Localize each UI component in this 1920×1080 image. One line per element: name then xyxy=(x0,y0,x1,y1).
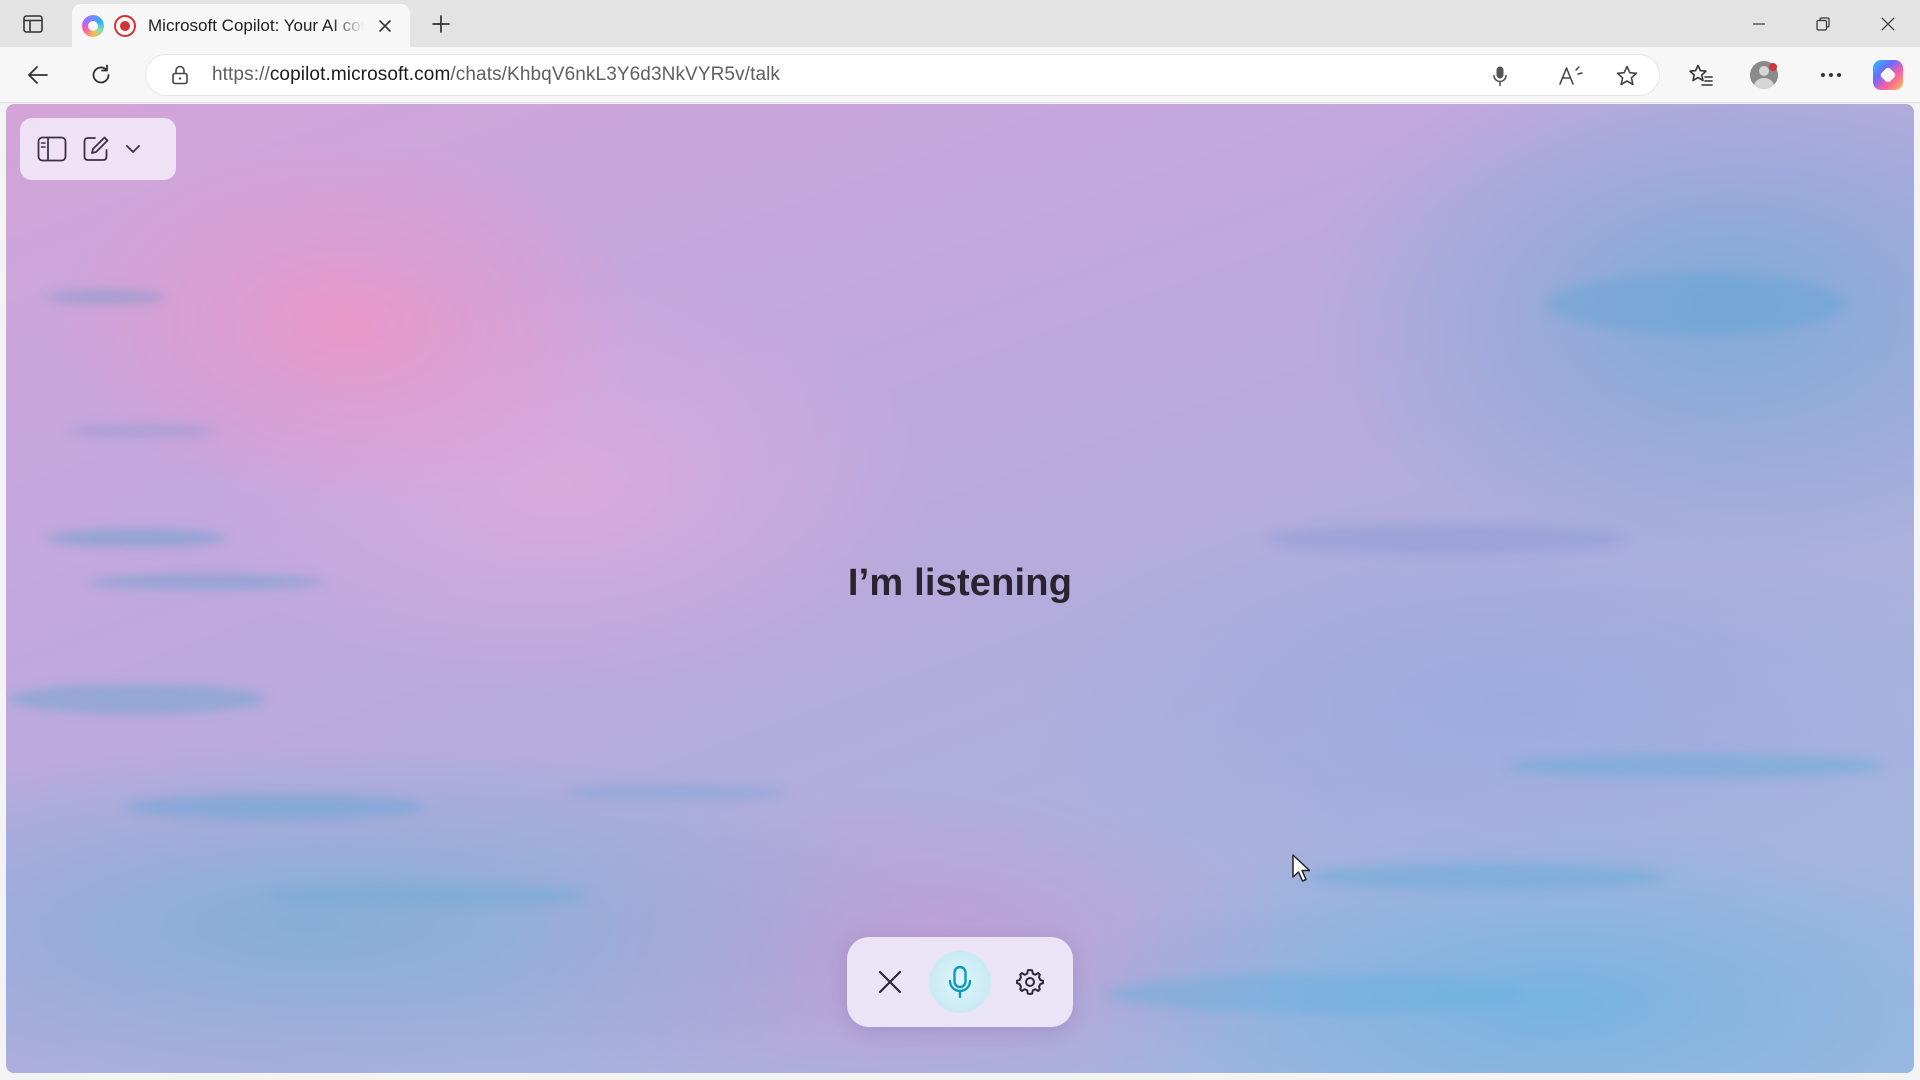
restore-icon xyxy=(1816,16,1830,31)
back-arrow-icon xyxy=(28,66,48,84)
new-tab-button[interactable] xyxy=(424,8,458,40)
voice-controls xyxy=(847,937,1073,1027)
toggle-sidebar-button[interactable] xyxy=(30,127,74,171)
more-icon xyxy=(1821,73,1841,77)
background-streak xyxy=(126,794,426,820)
sidebar-icon xyxy=(37,136,67,162)
tab-title: Microsoft Copilot: Your AI companion xyxy=(148,15,364,35)
browser-tabstrip: Microsoft Copilot: Your AI companion xyxy=(0,0,1920,47)
recording-icon xyxy=(114,14,136,37)
notification-dot xyxy=(1769,63,1777,71)
copilot-voice-page: I’m listening xyxy=(6,104,1914,1073)
background-streak xyxy=(1266,524,1626,554)
listening-status: I’m listening xyxy=(847,562,1073,604)
copilot-icon xyxy=(1873,60,1903,90)
close-icon xyxy=(1881,17,1895,30)
restore-button[interactable] xyxy=(1791,0,1855,47)
background-streak xyxy=(6,684,266,714)
close-icon xyxy=(379,19,391,32)
lock-icon xyxy=(172,65,188,85)
chevron-down-icon xyxy=(126,145,140,153)
new-chat-button[interactable] xyxy=(74,127,118,171)
background-streak xyxy=(1306,864,1666,890)
sidebar-controls xyxy=(20,118,176,180)
background-streak xyxy=(66,424,216,438)
url-text[interactable]: https://copilot.microsoft.com/chats/Khbq… xyxy=(212,64,780,86)
background-streak xyxy=(46,529,226,547)
background-streak xyxy=(1106,974,1526,1014)
refresh-button[interactable] xyxy=(82,57,120,93)
favorites-icon xyxy=(1689,64,1713,86)
compose-icon xyxy=(83,136,109,161)
browser-toolbar: https://copilot.microsoft.com/chats/Khbq… xyxy=(0,47,1920,103)
chat-menu-button[interactable] xyxy=(118,127,148,171)
more-button[interactable] xyxy=(1812,57,1850,93)
favorite-button[interactable] xyxy=(1609,58,1645,94)
read-aloud-icon xyxy=(1559,66,1583,85)
back-button[interactable] xyxy=(19,57,57,93)
copilot-favicon-icon xyxy=(82,14,104,37)
site-info-button[interactable] xyxy=(160,55,200,95)
active-tab[interactable]: Microsoft Copilot: Your AI companion xyxy=(72,4,410,47)
close-window-button[interactable] xyxy=(1856,0,1920,47)
minimize-button[interactable] xyxy=(1727,0,1791,47)
close-tab-button[interactable] xyxy=(372,13,398,39)
url-prefix: https:// xyxy=(212,64,270,85)
voice-settings-button[interactable] xyxy=(999,951,1061,1013)
microphone-button[interactable] xyxy=(929,951,991,1013)
background-streak xyxy=(46,289,166,305)
close-icon xyxy=(878,970,902,994)
star-icon xyxy=(1616,65,1638,86)
tab-actions-icon xyxy=(23,15,43,33)
microphone-icon xyxy=(948,965,972,999)
gear-icon xyxy=(1016,969,1044,995)
profile-button[interactable] xyxy=(1745,57,1783,93)
mouse-cursor-icon xyxy=(1292,854,1311,882)
background-streak xyxy=(1506,754,1886,778)
microphone-icon xyxy=(1493,66,1507,87)
plus-icon xyxy=(432,15,450,33)
minimize-icon xyxy=(1753,22,1765,25)
background-streak xyxy=(266,884,586,908)
copilot-sidebar-button[interactable] xyxy=(1868,57,1908,93)
end-voice-button[interactable] xyxy=(859,951,921,1013)
url-path: /chats/KhbqV6nkL3Y6d3NkVYR5v/talk xyxy=(450,64,781,85)
address-mic-button[interactable] xyxy=(1482,58,1518,94)
read-aloud-button[interactable] xyxy=(1553,58,1589,94)
background-streak xyxy=(566,784,786,802)
address-bar[interactable]: https://copilot.microsoft.com/chats/Khbq… xyxy=(145,54,1660,96)
tab-actions-button[interactable] xyxy=(14,8,52,40)
url-host: copilot.microsoft.com xyxy=(269,64,451,85)
background-streak xyxy=(1546,274,1846,334)
refresh-icon xyxy=(92,64,110,84)
favorites-button[interactable] xyxy=(1682,57,1720,93)
